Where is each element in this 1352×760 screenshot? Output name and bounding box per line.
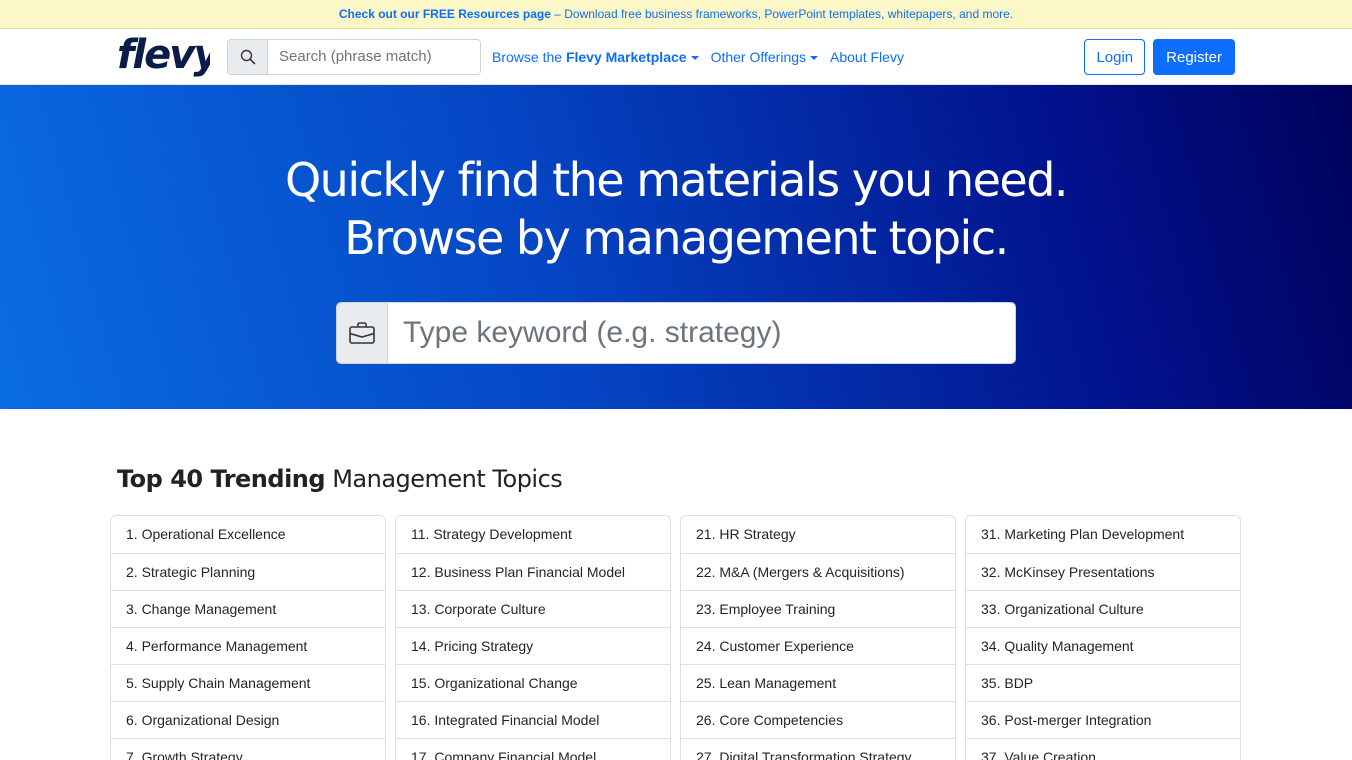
topic-item[interactable]: 32. McKinsey Presentations [966, 553, 1240, 590]
topic-item[interactable]: 25. Lean Management [681, 664, 955, 701]
topic-item[interactable]: 22. M&A (Mergers & Acquisitions) [681, 553, 955, 590]
topic-item[interactable]: 7. Growth Strategy [111, 738, 385, 760]
flevy-logo[interactable]: flevy [117, 35, 210, 79]
topic-item[interactable]: 37. Value Creation [966, 738, 1240, 760]
hero-banner: Quickly find the materials you need. Bro… [0, 85, 1352, 409]
topic-search-input[interactable] [388, 303, 1015, 363]
topic-item[interactable]: 16. Integrated Financial Model [396, 701, 670, 738]
topic-item[interactable]: 13. Corporate Culture [396, 590, 670, 627]
topic-item[interactable]: 5. Supply Chain Management [111, 664, 385, 701]
nav-search [227, 38, 481, 75]
nav-other-label: Other Offerings [710, 48, 807, 65]
trending-title-rest: Management Topics [325, 465, 563, 493]
hero-line-2: Browse by management topic. [344, 211, 1009, 265]
topic-columns: 1. Operational Excellence 2. Strategic P… [110, 515, 1352, 760]
nav-about-flevy[interactable]: About Flevy [830, 49, 904, 65]
topic-item[interactable]: 24. Customer Experience [681, 627, 955, 664]
topic-item[interactable]: 36. Post-merger Integration [966, 701, 1240, 738]
topic-item[interactable]: 15. Organizational Change [396, 664, 670, 701]
nav-search-input[interactable] [268, 39, 480, 74]
topic-item[interactable]: 27. Digital Transformation Strategy [681, 738, 955, 760]
topic-item[interactable]: 12. Business Plan Financial Model [396, 553, 670, 590]
topic-item[interactable]: 33. Organizational Culture [966, 590, 1240, 627]
nav-browse-bold: Flevy Marketplace [565, 48, 687, 65]
caret-down-icon [810, 55, 819, 60]
announcement-bold[interactable]: Check out our FREE Resources page [339, 7, 551, 21]
briefcase-icon [337, 303, 388, 363]
caret-down-icon [690, 55, 699, 60]
topic-item[interactable]: 34. Quality Management [966, 627, 1240, 664]
topic-column-1: 1. Operational Excellence 2. Strategic P… [110, 515, 386, 760]
register-button[interactable]: Register [1153, 39, 1235, 75]
topic-column-2: 11. Strategy Development 12. Business Pl… [395, 515, 671, 760]
nav-browse-prefix: Browse the [492, 48, 566, 65]
hero-heading: Quickly find the materials you need. Bro… [0, 151, 1352, 267]
announcement-bar[interactable]: Check out our FREE Resources page – Down… [0, 0, 1352, 29]
topic-item[interactable]: 1. Operational Excellence [111, 516, 385, 553]
topic-search [336, 302, 1016, 364]
trending-topics-title: Top 40 Trending Management Topics [117, 465, 1352, 493]
topic-item[interactable]: 23. Employee Training [681, 590, 955, 627]
auth-buttons: Login Register [1084, 39, 1235, 75]
trending-title-bold: Top 40 Trending [117, 465, 326, 493]
topic-column-3: 21. HR Strategy 22. M&A (Mergers & Acqui… [680, 515, 956, 760]
nav-other-offerings[interactable]: Other Offerings [710, 48, 819, 65]
topic-column-4: 31. Marketing Plan Development 32. McKin… [965, 515, 1241, 760]
announcement-text[interactable]: – Download free business frameworks, Pow… [551, 7, 1013, 21]
topic-item[interactable]: 3. Change Management [111, 590, 385, 627]
topic-item[interactable]: 2. Strategic Planning [111, 553, 385, 590]
topic-item[interactable]: 31. Marketing Plan Development [966, 516, 1240, 553]
topic-item[interactable]: 17. Company Financial Model [396, 738, 670, 760]
search-icon[interactable] [228, 39, 268, 74]
navbar: flevy Browse the Flevy Marketplace Other… [0, 29, 1352, 85]
hero-line-1: Quickly find the materials you need. [284, 153, 1069, 207]
nav-browse-marketplace[interactable]: Browse the Flevy Marketplace [492, 49, 699, 65]
topic-item[interactable]: 35. BDP [966, 664, 1240, 701]
topic-item[interactable]: 26. Core Competencies [681, 701, 955, 738]
topic-item[interactable]: 21. HR Strategy [681, 516, 955, 553]
topic-item[interactable]: 14. Pricing Strategy [396, 627, 670, 664]
topic-item[interactable]: 11. Strategy Development [396, 516, 670, 553]
topic-item[interactable]: 4. Performance Management [111, 627, 385, 664]
topic-item[interactable]: 6. Organizational Design [111, 701, 385, 738]
trending-topics-section: Top 40 Trending Management Topics 1. Ope… [0, 409, 1352, 760]
login-button[interactable]: Login [1084, 39, 1146, 75]
